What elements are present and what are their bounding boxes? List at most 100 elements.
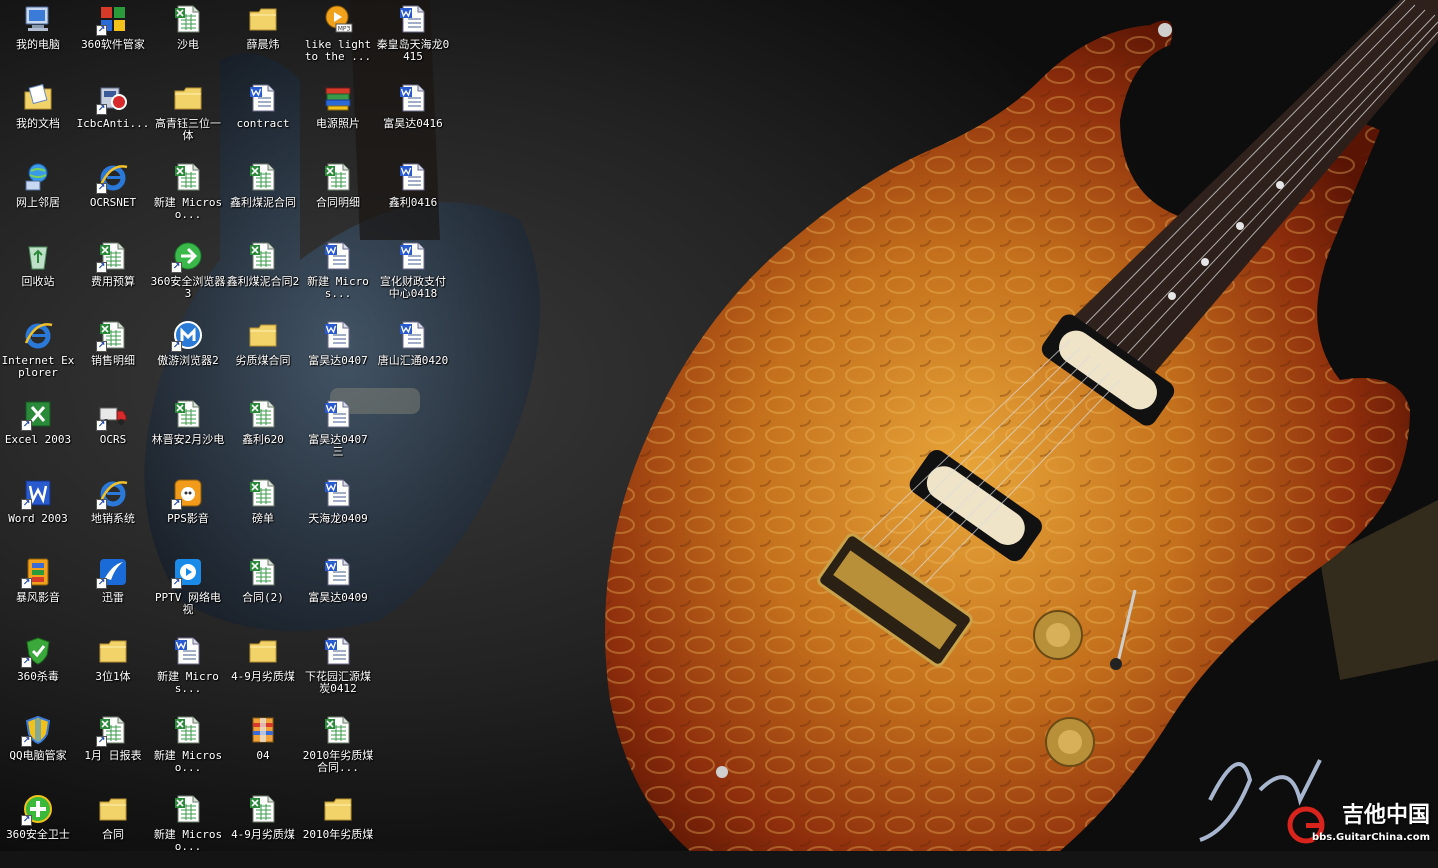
desktop-icon[interactable]: 2010年劣质煤 xyxy=(300,790,376,868)
desktop-icon[interactable]: 2010年劣质煤合同... xyxy=(300,711,376,789)
desktop-icon[interactable]: ↗ 360安全浏览器 3 xyxy=(150,237,226,315)
desktop-icon[interactable]: 4-9月劣质煤 xyxy=(225,632,301,710)
desktop-icon-label: 网上邻居 xyxy=(16,196,60,209)
desktop-icon[interactable]: ↗ 暴风影音 xyxy=(0,553,76,631)
desktop-icon[interactable]: 网上邻居 xyxy=(0,158,76,236)
desktop-icon[interactable]: 新建 Micros... xyxy=(150,632,226,710)
computer-icon xyxy=(21,2,55,36)
desktop-icon-label: 薛晨炜 xyxy=(246,38,280,51)
icbc-icon: ↗ xyxy=(96,81,130,115)
word-icon xyxy=(396,2,430,36)
desktop-icon[interactable]: ↗ 360杀毒 xyxy=(0,632,76,710)
desktop-icon[interactable]: ↗ PPS影音 xyxy=(150,474,226,552)
desktop-icon-label: 下花园汇源煤炭0412 xyxy=(305,670,371,695)
desktop-icon[interactable]: ↗ 360软件管家 xyxy=(75,0,151,78)
desktop-icon[interactable]: 04 xyxy=(225,711,301,789)
desktop-icon[interactable]: 3位1体 xyxy=(75,632,151,710)
desktop-icon[interactable]: ↗ 费用预算 xyxy=(75,237,151,315)
desktop-icon-label: 回收站 xyxy=(21,275,55,288)
desktop-icon[interactable]: 我的电脑 xyxy=(0,0,76,78)
desktop-icon-label: 360安全浏览器 3 xyxy=(150,275,226,300)
desktop-icon-label: 合同明细 xyxy=(316,196,360,209)
desktop-icon[interactable]: contract xyxy=(225,79,301,157)
desktop-icon-label: 富昊达0407 xyxy=(308,354,368,367)
ie-icon: ↗ xyxy=(96,476,130,510)
desktop-icon[interactable]: 电源照片 xyxy=(300,79,376,157)
desktop-icon[interactable]: 林晋安2月沙电 xyxy=(150,395,226,473)
desktop-icon[interactable]: 回收站 xyxy=(0,237,76,315)
desktop-icon[interactable]: 沙电 xyxy=(150,0,226,78)
desktop-icon[interactable]: 宣化财政支付中心0418 xyxy=(375,237,451,315)
desktop-icon-label: 新建 Microso... xyxy=(153,828,223,853)
desktop-icon[interactable]: 唐山汇通0420 xyxy=(375,316,451,394)
excel-icon xyxy=(171,792,205,826)
desktop-icon-label: IcbcAnti... xyxy=(76,117,150,130)
desktop-icon-label: 我的电脑 xyxy=(16,38,60,51)
desktop-icon[interactable]: ↗ 1月 日报表 xyxy=(75,711,151,789)
desktop-icon[interactable]: 高青钰三位一体 xyxy=(150,79,226,157)
desktop-icon[interactable]: 鑫利620 xyxy=(225,395,301,473)
desktop-icon[interactable]: 鑫利0416 xyxy=(375,158,451,236)
maxthon-icon: ↗ xyxy=(171,318,205,352)
desktop-icon-label: 地销系统 xyxy=(91,512,135,525)
shortcut-arrow-icon: ↗ xyxy=(171,262,182,273)
shortcut-arrow-icon: ↗ xyxy=(21,736,32,747)
desktop-icon[interactable]: ↗ Excel 2003 xyxy=(0,395,76,473)
desktop-icon[interactable]: 鑫利煤泥合同 xyxy=(225,158,301,236)
desktop-icon[interactable]: ↗ IcbcAnti... xyxy=(75,79,151,157)
desktop-icon[interactable]: 鑫利煤泥合同2 xyxy=(225,237,301,315)
desktop-icon[interactable]: 合同(2) xyxy=(225,553,301,631)
desktop-icon[interactable]: ↗ OCRS xyxy=(75,395,151,473)
mp3-icon: MP3 xyxy=(321,2,355,36)
desktop-icon-label: 合同 xyxy=(102,828,124,841)
excel-app-icon: ↗ xyxy=(21,397,55,431)
desktop-icon[interactable]: 合同 xyxy=(75,790,151,868)
desktop-icon[interactable]: ↗ PPTV 网络电视 xyxy=(150,553,226,631)
guard360-icon: ↗ xyxy=(21,792,55,826)
desktop-icon[interactable]: ↗ 360安全卫士 xyxy=(0,790,76,868)
desktop-icon-label: Word 2003 xyxy=(8,512,68,525)
desktop-icon-label: 迅雷 xyxy=(102,591,124,604)
word-icon xyxy=(396,160,430,194)
desktop-icon[interactable]: 新建 Microso... xyxy=(150,790,226,868)
desktop-icon[interactable]: ↗ 迅雷 xyxy=(75,553,151,631)
desktop-icon[interactable]: 我的文档 xyxy=(0,79,76,157)
desktop-icon[interactable]: 合同明细 xyxy=(300,158,376,236)
desktop-icon[interactable]: 富昊达0409 xyxy=(300,553,376,631)
desktop-icon-label: 费用预算 xyxy=(91,275,135,288)
desktop-icon[interactable]: 富昊达0416 xyxy=(375,79,451,157)
desktop-icon[interactable]: Internet Explorer xyxy=(0,316,76,394)
excel-icon xyxy=(171,713,205,747)
desktop-icon[interactable]: 劣质煤合同 xyxy=(225,316,301,394)
desktop-icon[interactable]: 秦皇岛天海龙0415 xyxy=(375,0,451,78)
word-icon xyxy=(321,634,355,668)
desktop-icon[interactable]: ↗ OCRSNET xyxy=(75,158,151,236)
desktop-icon-label: 销售明细 xyxy=(91,354,135,367)
desktop-icon-label: 宣化财政支付中心0418 xyxy=(380,275,446,300)
desktop-icon[interactable]: ↗ 销售明细 xyxy=(75,316,151,394)
word-icon xyxy=(321,476,355,510)
desktop-icon[interactable]: 新建 Micros... xyxy=(300,237,376,315)
desktop-icon[interactable]: ↗ 傲游浏览器2 xyxy=(150,316,226,394)
desktop-icon[interactable]: 薛晨炜 xyxy=(225,0,301,78)
truck-icon: ↗ xyxy=(96,397,130,431)
desktop-icon[interactable]: ↗ 地销系统 xyxy=(75,474,151,552)
desktop-icon-label: 1月 日报表 xyxy=(84,749,142,762)
desktop-icon[interactable]: ↗ Word 2003 xyxy=(0,474,76,552)
desktop-icon[interactable]: ↗ QQ电脑管家 xyxy=(0,711,76,789)
desktop-icon-label: 新建 Microso... xyxy=(153,196,223,221)
shortcut-arrow-icon: ↗ xyxy=(96,499,107,510)
desktop-icon[interactable]: 新建 Microso... xyxy=(150,158,226,236)
desktop-icon[interactable]: 富昊达0407 xyxy=(300,316,376,394)
desktop-icon[interactable]: MP3 like light to the ... xyxy=(300,0,376,78)
desktop-icon[interactable]: 富昊达0407 三 xyxy=(300,395,376,473)
excel-icon xyxy=(321,713,355,747)
desktop-icon-label: PPS影音 xyxy=(167,512,209,525)
desktop-icon[interactable]: 4-9月劣质煤 xyxy=(225,790,301,868)
shortcut-arrow-icon: ↗ xyxy=(96,104,107,115)
desktop-icon-area: 我的电脑我的文档网上邻居回收站 Internet Explorer ↗ Excel 2… xyxy=(0,0,1438,853)
desktop-icon[interactable]: 新建 Microso... xyxy=(150,711,226,789)
desktop-icon[interactable]: 天海龙0409 xyxy=(300,474,376,552)
desktop-icon[interactable]: 下花园汇源煤炭0412 xyxy=(300,632,376,710)
desktop-icon[interactable]: 磅单 xyxy=(225,474,301,552)
